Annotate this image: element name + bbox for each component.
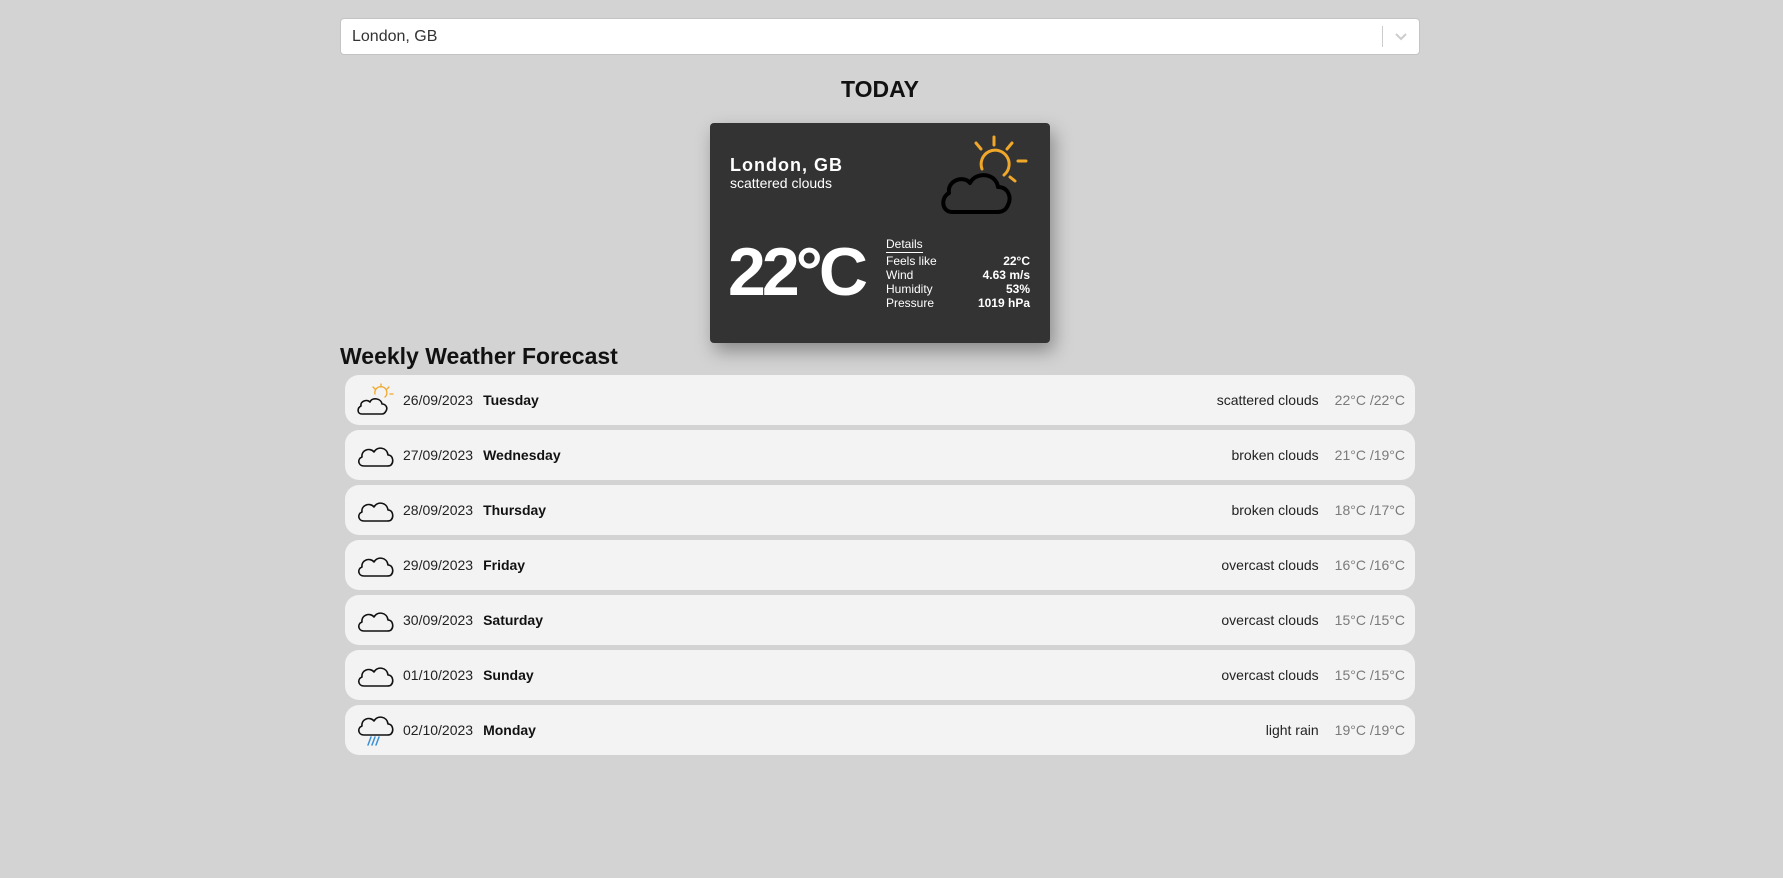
search-value[interactable]: London, GB: [341, 28, 1382, 46]
cloud-icon: [356, 603, 394, 637]
forecast-item[interactable]: 28/09/2023 Thursday broken clouds 18°C /…: [345, 485, 1415, 535]
detail-label: Wind: [886, 268, 914, 282]
detail-row-pressure: Pressure 1019 hPa: [886, 296, 1030, 310]
forecast-condition: overcast clouds: [1221, 612, 1319, 628]
rain-icon: [356, 713, 394, 747]
city-search-select[interactable]: London, GB: [340, 18, 1420, 55]
cloud-icon: [356, 658, 394, 692]
forecast-condition: broken clouds: [1231, 502, 1319, 518]
detail-value: 22°C: [1003, 254, 1030, 268]
forecast-date: 01/10/2023: [403, 667, 474, 683]
card-city: London, GB: [730, 155, 843, 175]
forecast-date: 28/09/2023: [403, 502, 474, 518]
scattered-clouds-icon: [938, 135, 1028, 217]
forecast-date: 27/09/2023: [403, 447, 474, 463]
forecast-item[interactable]: 29/09/2023 Friday overcast clouds 16°C /…: [345, 540, 1415, 590]
forecast-day: Saturday: [483, 612, 543, 628]
weekly-heading: Weekly Weather Forecast: [340, 343, 618, 369]
card-description: scattered clouds: [730, 175, 832, 191]
details-heading: Details: [886, 237, 923, 253]
detail-row-humidity: Humidity 53%: [886, 282, 1030, 296]
scattered-clouds-icon: [356, 383, 394, 417]
forecast-date: 02/10/2023: [403, 722, 474, 738]
forecast-day: Wednesday: [483, 447, 561, 463]
forecast-item[interactable]: 27/09/2023 Wednesday broken clouds 21°C …: [345, 430, 1415, 480]
forecast-date: 26/09/2023: [403, 392, 474, 408]
forecast-minmax: 22°C /22°C: [1334, 392, 1405, 408]
forecast-date: 29/09/2023: [403, 557, 474, 573]
today-heading: TODAY: [841, 76, 919, 102]
forecast-day: Tuesday: [483, 392, 539, 408]
chevron-down-icon[interactable]: [1383, 19, 1419, 54]
forecast-item[interactable]: 01/10/2023 Sunday overcast clouds 15°C /…: [345, 650, 1415, 700]
cloud-icon: [356, 438, 394, 472]
detail-value: 4.63 m/s: [982, 268, 1030, 282]
detail-label: Pressure: [886, 296, 935, 310]
cloud-icon: [356, 493, 394, 527]
forecast-minmax: 18°C /17°C: [1334, 502, 1405, 518]
forecast-condition: overcast clouds: [1221, 667, 1319, 683]
forecast-minmax: 19°C /19°C: [1334, 722, 1405, 738]
forecast-minmax: 16°C /16°C: [1334, 557, 1405, 573]
forecast-condition: overcast clouds: [1221, 557, 1319, 573]
forecast-condition: broken clouds: [1231, 447, 1319, 463]
forecast-day: Sunday: [483, 667, 534, 683]
forecast-day: Friday: [483, 557, 526, 573]
forecast-minmax: 15°C /15°C: [1334, 667, 1405, 683]
forecast-day: Monday: [483, 722, 536, 738]
current-weather-card: London, GB scattered clouds 22°C Details…: [710, 123, 1050, 343]
forecast-condition: scattered clouds: [1216, 392, 1319, 408]
forecast-list: 26/09/2023 Tuesday scattered clouds 22°C…: [345, 375, 1415, 760]
card-details: Details Feels like 22°C Wind 4.63 m/s Hu…: [886, 237, 1030, 310]
forecast-condition: light rain: [1265, 722, 1319, 738]
forecast-minmax: 21°C /19°C: [1334, 447, 1405, 463]
forecast-item[interactable]: 02/10/2023 Monday light rain 19°C /19°C: [345, 705, 1415, 755]
detail-row-wind: Wind 4.63 m/s: [886, 268, 1030, 282]
forecast-day: Thursday: [483, 502, 547, 518]
detail-value: 1019 hPa: [977, 296, 1030, 310]
detail-label: Feels like: [886, 254, 937, 268]
app-container: London, GB TODAY London, GB scattered cl…: [340, 18, 1420, 755]
forecast-minmax: 15°C /15°C: [1334, 612, 1405, 628]
detail-label: Humidity: [886, 282, 933, 296]
detail-row-feels-like: Feels like 22°C: [886, 254, 1030, 268]
card-temperature: 22°C: [728, 234, 868, 310]
forecast-date: 30/09/2023: [403, 612, 474, 628]
forecast-item[interactable]: 26/09/2023 Tuesday scattered clouds 22°C…: [345, 375, 1415, 425]
cloud-icon: [356, 548, 394, 582]
detail-value: 53%: [1005, 282, 1030, 296]
forecast-item[interactable]: 30/09/2023 Saturday overcast clouds 15°C…: [345, 595, 1415, 645]
